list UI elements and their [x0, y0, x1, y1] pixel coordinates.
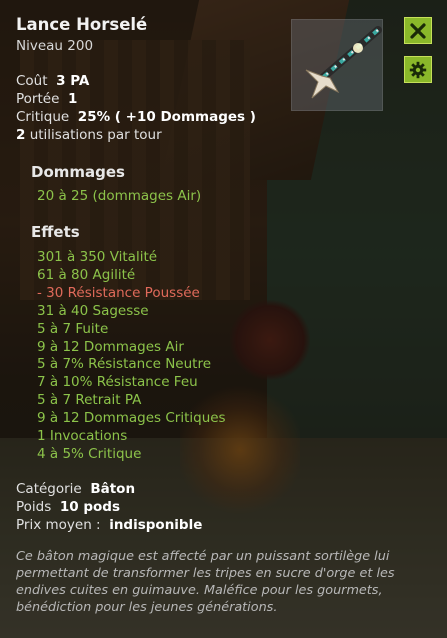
- effect-label: Sagesse: [92, 302, 149, 319]
- effects-title: Effets: [31, 223, 80, 241]
- effect-line: 61 à 80 Agilité: [37, 267, 135, 283]
- level-label: Niveau: [16, 38, 63, 54]
- close-icon: [410, 22, 426, 39]
- uses-value: 2: [16, 127, 26, 143]
- crit-value: 25% ( +10 Dommages ): [77, 109, 256, 125]
- effect-label: Résistance Feu: [96, 374, 198, 391]
- item-tooltip: Lance Horselé Niveau 200 Coût 3 PA Porté…: [0, 0, 447, 638]
- effect-line: 5 à 7 Fuite: [37, 321, 108, 337]
- range-value: 1: [67, 91, 78, 107]
- effect-line: 5 à 7% Résistance Neutre: [37, 356, 211, 372]
- item-description: Ce bâton magique est affecté par un puis…: [16, 549, 395, 615]
- effect-line: 301 à 350 Vitalité: [37, 249, 157, 265]
- effect-value: 5 à 7: [37, 392, 72, 409]
- close-button[interactable]: [404, 17, 432, 44]
- effect-label: Dommages Critiques: [83, 410, 226, 427]
- effect-label: Vitalité: [109, 249, 158, 265]
- effect-line: 1 Invocations: [37, 428, 127, 444]
- effect-line: 4 à 5% Critique: [37, 446, 141, 462]
- cost-label: Coût: [16, 73, 48, 89]
- gear-icon: [409, 61, 427, 78]
- effect-label: Critique: [88, 445, 142, 462]
- effect-line: 7 à 10% Résistance Feu: [37, 374, 198, 390]
- effect-line: 9 à 12 Dommages Critiques: [37, 410, 226, 426]
- category-value: Bâton: [90, 481, 136, 497]
- effect-label: Agilité: [92, 266, 136, 283]
- range-row: Portée 1: [16, 91, 77, 107]
- crit-label: Critique: [16, 109, 70, 125]
- spear-icon: [305, 26, 382, 99]
- effect-line: 31 à 40 Sagesse: [37, 303, 149, 319]
- effect-label: Résistance Poussée: [67, 284, 200, 301]
- effect-label: Fuite: [75, 320, 109, 337]
- effect-label: Retrait PA: [75, 392, 142, 409]
- effect-value: 9 à 12: [37, 410, 80, 427]
- effect-value: - 30: [37, 284, 64, 301]
- cost-value: 3 PA: [56, 73, 90, 89]
- effect-line: 5 à 7 Retrait PA: [37, 392, 141, 408]
- weight-row: Poids 10 pods: [16, 499, 120, 515]
- category-label: Catégorie: [16, 481, 82, 497]
- item-name: Lance Horselé: [16, 15, 148, 34]
- uses-row: 2 utilisations par tour: [16, 127, 162, 143]
- effect-value: 4 à 5%: [37, 445, 84, 462]
- effect-line: - 30 Résistance Poussée: [37, 285, 200, 301]
- effect-value: 1: [37, 428, 46, 444]
- price-row: Prix moyen : indisponible: [16, 517, 202, 533]
- weight-value: 10 pods: [59, 499, 120, 515]
- effect-label: Invocations: [49, 428, 128, 444]
- damage-title: Dommages: [31, 163, 125, 181]
- weight-label: Poids: [16, 499, 52, 515]
- damage-line: 20 à 25 (dommages Air): [37, 188, 202, 204]
- effect-label: Dommages Air: [83, 338, 184, 355]
- effect-label: Résistance Neutre: [88, 356, 212, 373]
- uses-label: utilisations par tour: [29, 127, 162, 143]
- crit-row: Critique 25% ( +10 Dommages ): [16, 109, 256, 125]
- category-row: Catégorie Bâton: [16, 481, 135, 497]
- effect-value: 5 à 7%: [37, 356, 84, 373]
- range-label: Portée: [16, 91, 60, 107]
- item-image: [291, 19, 383, 111]
- settings-button[interactable]: [404, 56, 432, 83]
- effect-value: 61 à 80: [37, 266, 89, 283]
- effect-value: 301 à 350: [37, 249, 106, 265]
- cost-row: Coût 3 PA: [16, 73, 89, 89]
- effect-value: 9 à 12: [37, 338, 80, 355]
- effect-line: 9 à 12 Dommages Air: [37, 339, 184, 355]
- effect-value: 31 à 40: [37, 302, 89, 319]
- effect-value: 7 à 10%: [37, 374, 93, 391]
- level-value: 200: [67, 38, 94, 54]
- price-value: indisponible: [109, 517, 203, 533]
- item-level: Niveau 200: [16, 38, 93, 54]
- price-label: Prix moyen :: [16, 517, 101, 533]
- effect-value: 5 à 7: [37, 320, 72, 337]
